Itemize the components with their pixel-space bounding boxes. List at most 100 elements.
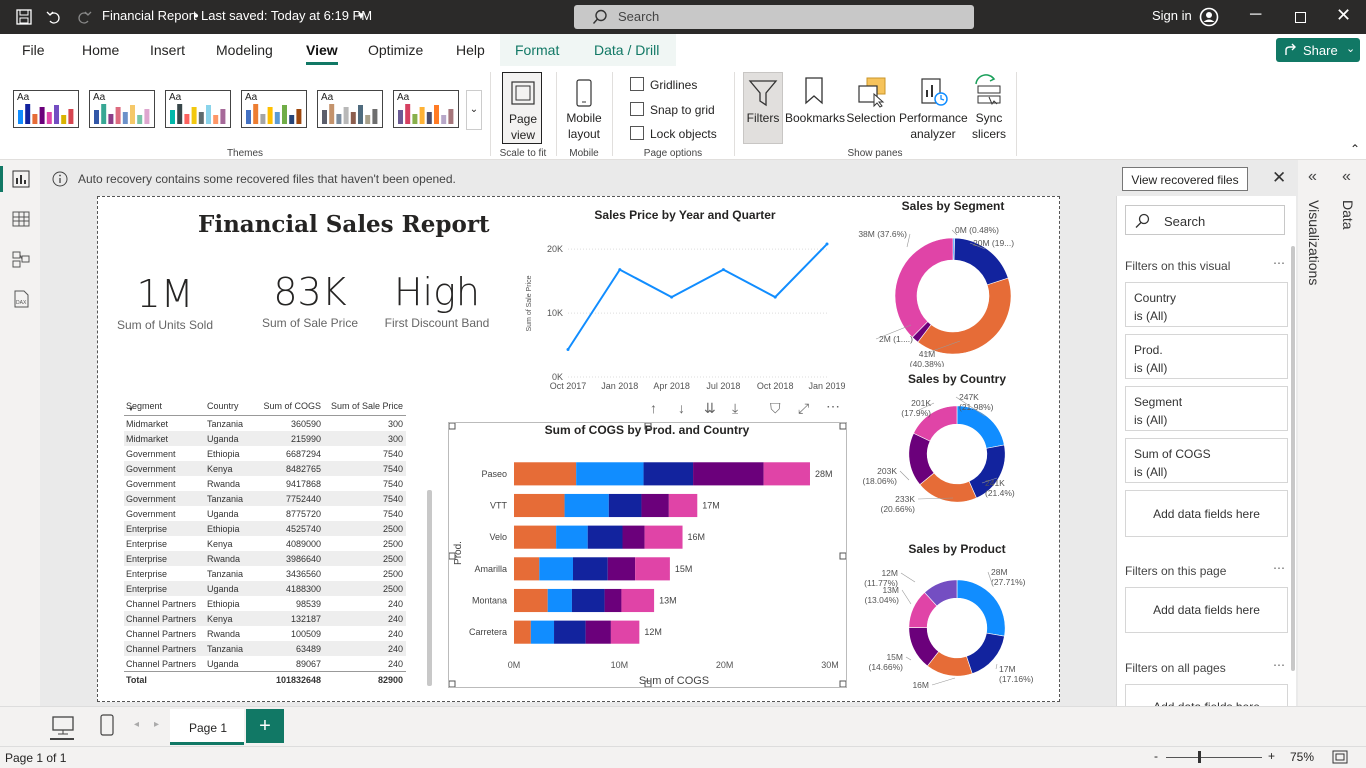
add-data-fields-page[interactable]: Add data fields here <box>1125 587 1288 633</box>
tab-optimize[interactable]: Optimize <box>368 42 423 58</box>
tab-modeling[interactable]: Modeling <box>216 42 273 58</box>
expand-visualizations-icon[interactable]: « <box>1308 168 1317 186</box>
table-row[interactable]: Channel Partners Ethiopia 98539 240 <box>124 596 406 611</box>
more-options-icon[interactable]: ⋯ <box>826 398 840 415</box>
table-row[interactable]: Government Rwanda 9417868 7540 <box>124 476 406 491</box>
expand-all-icon[interactable]: ⤓ <box>732 400 738 417</box>
share-button[interactable]: Share ⌄ <box>1276 38 1360 62</box>
zoom-slider-thumb[interactable] <box>1198 751 1201 763</box>
tab-format[interactable]: Format <box>515 42 559 58</box>
add-data-fields-all[interactable]: Add data fields here <box>1125 684 1288 706</box>
tab-view[interactable]: View <box>306 42 338 58</box>
close-icon[interactable]: ✕ <box>1272 168 1286 188</box>
close-icon[interactable]: ✕ <box>1336 5 1351 26</box>
tab-help[interactable]: Help <box>456 42 485 58</box>
more-options-icon[interactable]: ⋯ <box>1273 658 1285 672</box>
zoom-slider[interactable] <box>1166 757 1262 758</box>
table-row[interactable]: Midmarket Uganda 215990 300 <box>124 431 406 446</box>
account-icon[interactable] <box>1199 7 1219 27</box>
more-options-icon[interactable]: ⋯ <box>1273 256 1285 270</box>
table-row[interactable]: Government Ethiopia 6687294 7540 <box>124 446 406 461</box>
column-header[interactable]: Country <box>207 401 255 411</box>
add-data-fields-visual[interactable]: Add data fields here <box>1125 490 1288 537</box>
donut-chart-country[interactable]: Sales by Country 247K (21.98%) 241K (21.4%) 2… <box>845 370 1055 530</box>
dax-query-view-icon[interactable]: DAX <box>12 290 30 308</box>
more-options-icon[interactable]: ⋯ <box>1273 561 1285 575</box>
data-tab[interactable]: Data <box>1340 200 1356 230</box>
table-row[interactable]: Enterprise Uganda 4188300 2500 <box>124 581 406 596</box>
drill-down-icon[interactable]: ↓ <box>678 400 685 416</box>
table-row[interactable]: Government Uganda 8775720 7540 <box>124 506 406 521</box>
drill-up-icon[interactable]: ↑ <box>650 400 657 416</box>
filter-search-input[interactable]: Search <box>1125 205 1285 235</box>
donut-chart-product[interactable]: Sales by Product 28M (27.71%) 17M (17.16%) 16… <box>845 540 1055 690</box>
fit-to-page-icon[interactable] <box>1332 750 1348 764</box>
table-row[interactable]: Channel Partners Kenya 132187 240 <box>124 611 406 626</box>
focus-mode-icon[interactable]: ⤢ <box>798 400 809 417</box>
tab-home[interactable]: Home <box>82 42 119 58</box>
minimize-icon[interactable]: ─ <box>1250 6 1261 24</box>
filter-icon[interactable]: ⛉ <box>770 400 781 417</box>
gridlines-checkbox[interactable] <box>630 77 644 91</box>
report-title[interactable]: Financial Report <box>102 8 197 23</box>
segment-country-table[interactable]: Segment Country Sum of COGS Sum of Sale … <box>124 396 406 687</box>
mobile-layout-button[interactable]: Mobile layout <box>562 72 606 144</box>
previous-page-icon[interactable]: ◂ <box>134 719 139 730</box>
phone-view-icon[interactable] <box>100 714 114 736</box>
collapse-ribbon-icon[interactable]: ⌃ <box>1350 142 1360 156</box>
filter-card-segment[interactable]: Segment is (All) <box>1125 386 1288 431</box>
report-view-icon[interactable] <box>12 170 30 188</box>
line-chart-sales-price[interactable]: Sales Price by Year and Quarter Sum of Sa… <box>515 200 845 398</box>
chevron-down-icon[interactable]: ▼ <box>356 11 366 22</box>
expand-data-icon[interactable]: « <box>1342 168 1351 186</box>
theme-swatch[interactable]: Aa <box>13 90 79 128</box>
table-row[interactable]: Government Tanzania 7752440 7540 <box>124 491 406 506</box>
bar-chart-cogs[interactable]: Sum of COGS by Prod. and CountryProd.Sum… <box>449 423 846 687</box>
visualizations-tab[interactable]: Visualizations <box>1306 200 1322 285</box>
column-header[interactable]: Sum of Sale Price <box>321 401 403 411</box>
theme-swatch[interactable]: Aa <box>165 90 231 128</box>
filter-card-country[interactable]: Country is (All) <box>1125 282 1288 327</box>
table-row[interactable]: Enterprise Tanzania 3436560 2500 <box>124 566 406 581</box>
next-page-icon[interactable]: ▸ <box>154 719 159 730</box>
table-row[interactable]: Government Kenya 8482765 7540 <box>124 461 406 476</box>
tab-file[interactable]: File <box>22 42 45 58</box>
table-view-icon[interactable] <box>12 210 30 228</box>
filters-scrollbar[interactable] <box>1291 246 1295 671</box>
page-view-button[interactable]: Page view <box>502 72 542 144</box>
tab-insert[interactable]: Insert <box>150 42 185 58</box>
snap-to-grid-checkbox[interactable] <box>630 102 644 116</box>
column-header[interactable]: Sum of COGS <box>255 401 321 411</box>
redo-icon[interactable] <box>76 9 92 25</box>
expand-next-level-icon[interactable]: ⇊ <box>704 400 716 417</box>
page-tab-page-1[interactable]: Page 1 <box>170 709 244 745</box>
theme-swatch[interactable]: Aa <box>241 90 307 128</box>
filter-card-cogs[interactable]: Sum of COGS is (All) <box>1125 438 1288 483</box>
table-row[interactable]: Channel Partners Uganda 89067 240 <box>124 656 406 671</box>
model-view-icon[interactable] <box>12 250 30 268</box>
kpi-card-discount-band[interactable]: High First Discount Band <box>380 270 494 330</box>
zoom-in-button[interactable]: + <box>1268 749 1275 763</box>
donut-chart-segment[interactable]: Sales by Segment0M (0.48%)20M (19...)41M… <box>845 197 1055 367</box>
table-row[interactable]: Midmarket Tanzania 360590 300 <box>124 416 406 431</box>
sort-descending-icon[interactable]: ▼ <box>128 407 134 413</box>
table-row[interactable]: Enterprise Rwanda 3986640 2500 <box>124 551 406 566</box>
view-recovered-files-button[interactable]: View recovered files <box>1122 167 1248 191</box>
kpi-card-sale-price[interactable]: 83K Sum of Sale Price <box>254 270 366 330</box>
undo-icon[interactable] <box>46 9 62 25</box>
tab-data-drill[interactable]: Data / Drill <box>594 42 659 58</box>
theme-swatch[interactable]: Aa <box>89 90 155 128</box>
themes-expand-button[interactable]: ⌄ <box>466 90 482 130</box>
table-scrollbar[interactable] <box>427 490 432 686</box>
zoom-out-button[interactable]: - <box>1154 749 1158 763</box>
table-row[interactable]: Enterprise Ethiopia 4525740 2500 <box>124 521 406 536</box>
kpi-card-units-sold[interactable]: 1M Sum of Units Sold <box>108 272 222 332</box>
save-icon[interactable] <box>16 9 32 25</box>
sign-in-link[interactable]: Sign in <box>1152 8 1192 23</box>
theme-swatch[interactable]: Aa <box>317 90 383 128</box>
table-row[interactable]: Channel Partners Rwanda 100509 240 <box>124 626 406 641</box>
table-row[interactable]: Channel Partners Tanzania 63489 240 <box>124 641 406 656</box>
table-row[interactable]: Enterprise Kenya 4089000 2500 <box>124 536 406 551</box>
desktop-view-icon[interactable] <box>52 716 74 736</box>
add-page-button[interactable]: + <box>246 709 284 743</box>
